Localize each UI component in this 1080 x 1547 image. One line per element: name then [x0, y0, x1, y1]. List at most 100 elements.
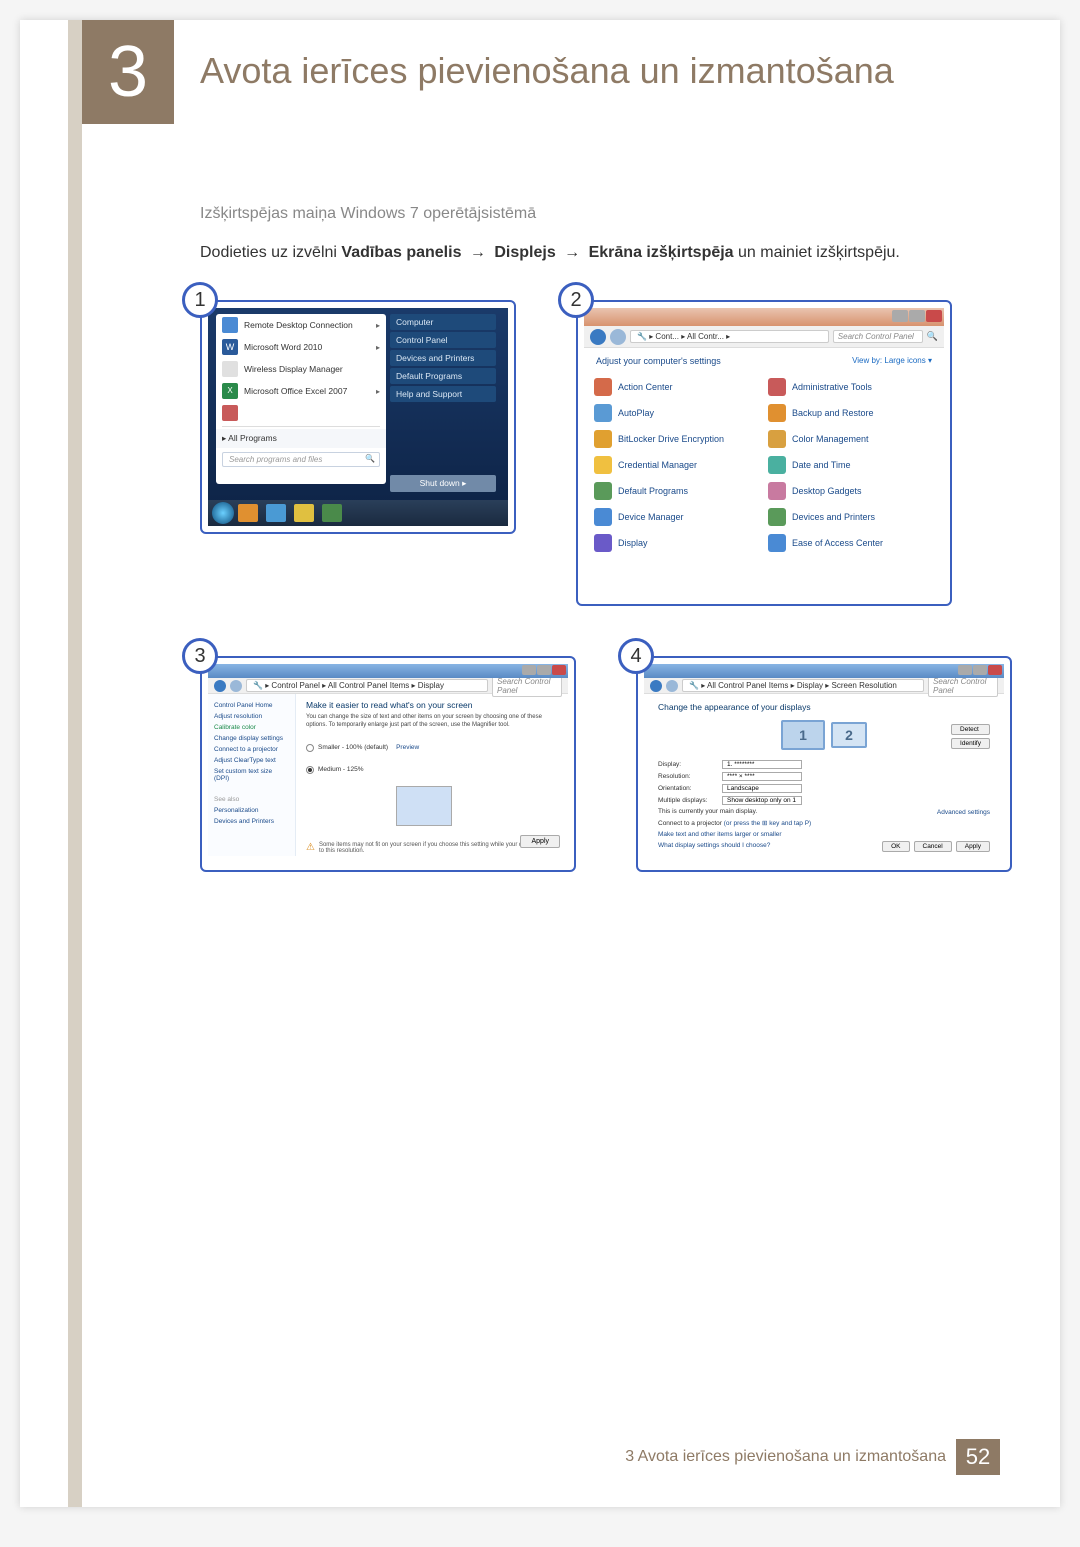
- monitor-2-icon[interactable]: 2: [831, 722, 867, 748]
- field-label: Orientation:: [658, 785, 722, 792]
- step-badge-3: 3: [182, 638, 218, 674]
- back-icon[interactable]: [590, 329, 606, 345]
- forward-icon[interactable]: [666, 680, 678, 692]
- cp-item[interactable]: Display: [594, 530, 760, 556]
- shutdown-button[interactable]: Shut down ▸: [390, 475, 496, 492]
- menu-item[interactable]: Control Panel: [390, 332, 496, 348]
- radio-label: Smaller - 100% (default): [318, 744, 388, 751]
- all-programs[interactable]: ▸ All Programs: [216, 429, 386, 448]
- footer-text: 3 Avota ierīces pievienošana un izmantoš…: [625, 1448, 946, 1466]
- cp-item[interactable]: Color Management: [768, 426, 934, 452]
- menu-item[interactable]: [216, 402, 386, 424]
- close-icon[interactable]: [988, 665, 1002, 675]
- screenshot-control-panel: 🔧 ▸ Cont... ▸ All Contr... ▸ Search Cont…: [584, 308, 944, 598]
- field-label: Multiple displays:: [658, 797, 722, 804]
- preview-link[interactable]: Preview: [396, 744, 419, 751]
- cp-item[interactable]: Ease of Access Center: [768, 530, 934, 556]
- search-input[interactable]: Search programs and files: [222, 452, 380, 467]
- breadcrumb[interactable]: 🔧 ▸ Control Panel ▸ All Control Panel It…: [246, 679, 488, 692]
- cp-item[interactable]: Desktop Gadgets: [768, 478, 934, 504]
- side-link[interactable]: Calibrate color: [212, 722, 291, 733]
- maximize-icon[interactable]: [537, 665, 551, 675]
- taskbar-icon[interactable]: [266, 504, 286, 522]
- monitor-1-icon[interactable]: 1: [781, 720, 825, 750]
- side-link[interactable]: Personalization: [212, 805, 291, 816]
- maximize-icon[interactable]: [973, 665, 987, 675]
- step-badge-1: 1: [182, 282, 218, 318]
- radio[interactable]: [306, 766, 314, 774]
- cp-item[interactable]: Action Center: [594, 374, 760, 400]
- resolution-select[interactable]: **** × ****: [722, 772, 802, 781]
- cp-item[interactable]: Date and Time: [768, 452, 934, 478]
- menu-item[interactable]: Computer: [390, 314, 496, 330]
- screenshot-display-settings: 🔧 ▸ Control Panel ▸ All Control Panel It…: [208, 664, 568, 864]
- side-link[interactable]: Connect to a projector: [212, 744, 291, 755]
- menu-item[interactable]: WMicrosoft Word 2010▸: [216, 336, 386, 358]
- orientation-select[interactable]: Landscape: [722, 784, 802, 793]
- window-titlebar: [584, 308, 944, 326]
- back-icon[interactable]: [650, 680, 662, 692]
- menu-item[interactable]: Help and Support: [390, 386, 496, 402]
- panel-heading: Make it easier to read what's on your sc…: [306, 700, 558, 710]
- cp-item[interactable]: Administrative Tools: [768, 374, 934, 400]
- menu-item[interactable]: XMicrosoft Office Excel 2007▸: [216, 380, 386, 402]
- cp-item[interactable]: Default Programs: [594, 478, 760, 504]
- search-icon[interactable]: 🔍: [927, 331, 938, 342]
- panel-heading: Change the appearance of your displays: [658, 702, 990, 712]
- search-input[interactable]: Search Control Panel: [833, 330, 923, 343]
- minimize-icon[interactable]: [522, 665, 536, 675]
- breadcrumb[interactable]: 🔧 ▸ Cont... ▸ All Contr... ▸: [630, 330, 829, 343]
- back-icon[interactable]: [214, 680, 226, 692]
- cp-item[interactable]: Devices and Printers: [768, 504, 934, 530]
- close-icon[interactable]: [552, 665, 566, 675]
- apply-button[interactable]: Apply: [520, 835, 560, 848]
- cp-item[interactable]: AutoPlay: [594, 400, 760, 426]
- projector-link[interactable]: Connect to a projector (or press the ⊞ k…: [658, 819, 990, 827]
- close-icon[interactable]: [926, 310, 942, 322]
- maximize-icon[interactable]: [909, 310, 925, 322]
- page-number: 52: [956, 1439, 1000, 1475]
- cp-heading: Adjust your computer's settings: [596, 356, 721, 366]
- cp-item[interactable]: Credential Manager: [594, 452, 760, 478]
- cp-right-col: Administrative ToolsBackup and RestoreCo…: [768, 374, 934, 556]
- side-link[interactable]: Adjust resolution: [212, 711, 291, 722]
- menu-item[interactable]: Wireless Display Manager: [216, 358, 386, 380]
- screenshot-screen-resolution: 🔧 ▸ All Control Panel Items ▸ Display ▸ …: [644, 664, 1004, 864]
- side-link[interactable]: Change display settings: [212, 733, 291, 744]
- step-badge-2: 2: [558, 282, 594, 318]
- side-link[interactable]: Control Panel Home: [212, 700, 291, 711]
- taskbar-icon[interactable]: [238, 504, 258, 522]
- side-link[interactable]: Adjust ClearType text: [212, 755, 291, 766]
- radio[interactable]: [306, 744, 314, 752]
- breadcrumb[interactable]: 🔧 ▸ All Control Panel Items ▸ Display ▸ …: [682, 679, 924, 692]
- forward-icon[interactable]: [230, 680, 242, 692]
- menu-item[interactable]: Remote Desktop Connection▸: [216, 314, 386, 336]
- apply-button[interactable]: Apply: [956, 841, 990, 852]
- text-size-link[interactable]: Make text and other items larger or smal…: [658, 831, 990, 838]
- chapter-badge: 3: [82, 20, 174, 124]
- cancel-button[interactable]: Cancel: [914, 841, 952, 852]
- menu-item[interactable]: Devices and Printers: [390, 350, 496, 366]
- multi-display-select[interactable]: Show desktop only on 1: [722, 796, 802, 805]
- cp-item[interactable]: BitLocker Drive Encryption: [594, 426, 760, 452]
- ok-button[interactable]: OK: [882, 841, 909, 852]
- taskbar-icon[interactable]: [322, 504, 342, 522]
- detect-button[interactable]: Detect: [951, 724, 990, 735]
- monitor-preview: [396, 786, 452, 826]
- viewby-label[interactable]: View by: Large icons ▾: [852, 356, 932, 366]
- display-select[interactable]: 1. ********: [722, 760, 802, 769]
- side-link[interactable]: Set custom text size (DPI): [212, 766, 291, 784]
- section-subtitle: Izšķirtspējas maiņa Windows 7 operētājsi…: [200, 205, 970, 223]
- advanced-link[interactable]: Advanced settings: [937, 809, 990, 816]
- menu-item[interactable]: Default Programs: [390, 368, 496, 384]
- side-link[interactable]: Devices and Printers: [212, 816, 291, 827]
- minimize-icon[interactable]: [892, 310, 908, 322]
- cp-item[interactable]: Backup and Restore: [768, 400, 934, 426]
- taskbar-icon[interactable]: [294, 504, 314, 522]
- cp-item[interactable]: Device Manager: [594, 504, 760, 530]
- side-link: See also: [212, 794, 291, 805]
- forward-icon[interactable]: [610, 329, 626, 345]
- start-orb-icon[interactable]: [212, 502, 234, 524]
- identify-button[interactable]: Identify: [951, 738, 990, 749]
- minimize-icon[interactable]: [958, 665, 972, 675]
